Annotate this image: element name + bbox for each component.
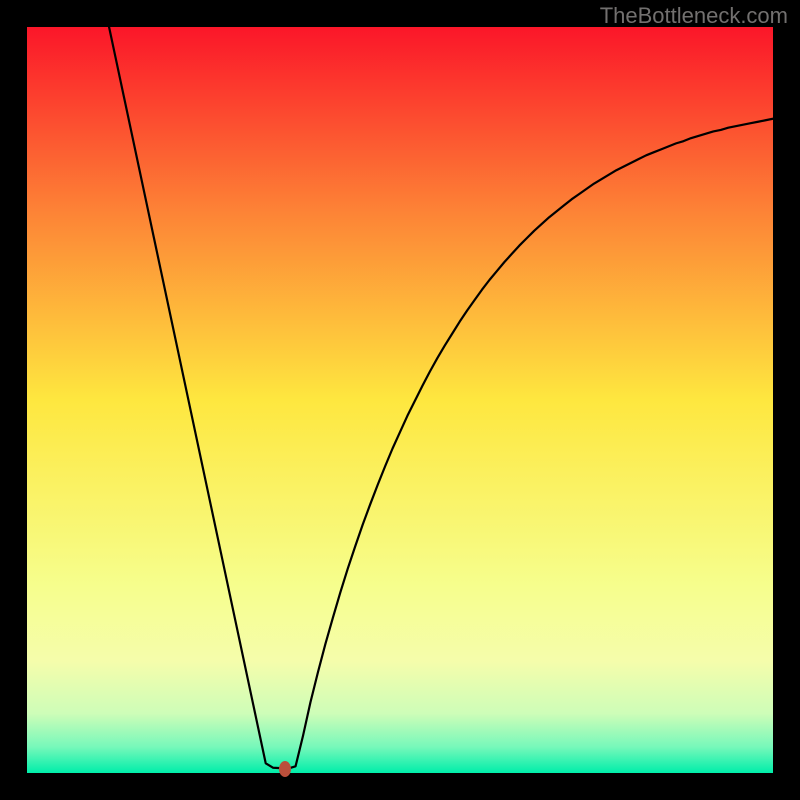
bottleneck-chart <box>27 27 773 773</box>
gradient-background <box>27 27 773 773</box>
minimum-marker <box>279 761 291 777</box>
watermark-text: TheBottleneck.com <box>600 3 788 29</box>
outer-frame: TheBottleneck.com <box>0 0 800 800</box>
